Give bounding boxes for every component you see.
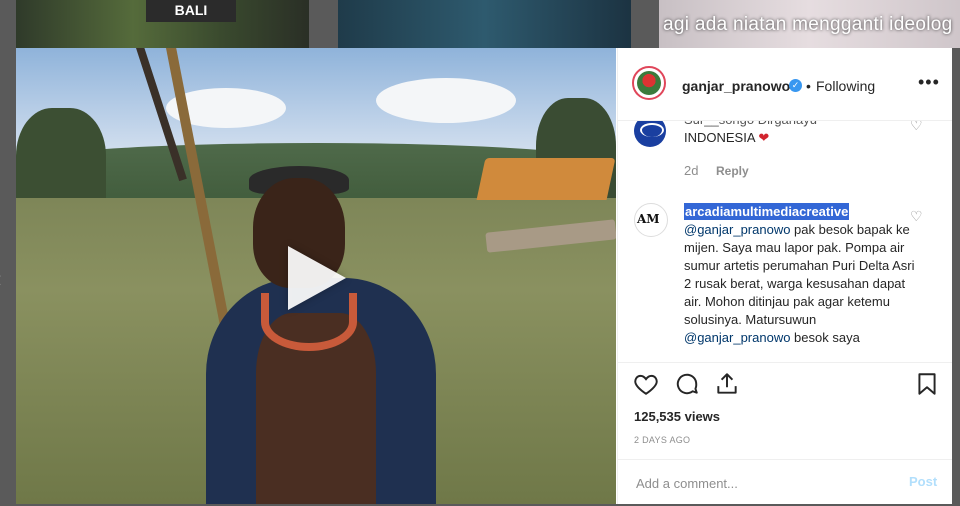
play-icon[interactable] [288, 246, 346, 310]
comments-list[interactable]: Sur__songo Dirgahayu INDONESIA ❤ 2d Repl… [618, 121, 952, 362]
grid-thumbnail-3[interactable]: agi ada niatan mengganti ideolog [659, 0, 960, 48]
post-date[interactable]: 2 DAYS AGO [634, 435, 690, 445]
post-header: ganjar_pranowo ✓ • Following ••• [618, 48, 952, 121]
following-button[interactable]: Following [816, 78, 875, 94]
grid-thumbnail-2[interactable] [338, 0, 631, 48]
comment-timestamp: 2d [684, 163, 699, 178]
post-username[interactable]: ganjar_pranowo [682, 78, 790, 94]
avatar-image [637, 71, 661, 95]
separator-dot: • [806, 78, 811, 94]
mention-link[interactable]: @ganjar_pranowo [684, 330, 790, 345]
comment-avatar[interactable]: AM [634, 203, 668, 237]
comment-icon[interactable] [674, 371, 700, 397]
add-comment-input[interactable] [634, 472, 898, 494]
video-frame-cloud [376, 78, 516, 123]
avatar-logo-icon [640, 123, 664, 137]
red-heart-emoji-icon: ❤ [758, 130, 770, 145]
previous-arrow-icon[interactable]: ‹ [0, 266, 1, 292]
thumbnail-caption: agi ada niatan mengganti ideolog [663, 14, 953, 35]
post-video[interactable] [16, 48, 616, 504]
post-actions: 125,535 views 2 DAYS AGO Post [618, 362, 952, 505]
share-icon[interactable] [714, 371, 740, 397]
comment-text-partial: Sur__songo Dirgahayu [684, 121, 817, 129]
comment-avatar[interactable] [634, 121, 666, 147]
comment-like-heart-icon[interactable]: ♡ [910, 121, 923, 134]
comment-username[interactable]: arcadiamultimediacreative [684, 203, 850, 220]
reply-button[interactable]: Reply [716, 164, 749, 178]
view-count[interactable]: 125,535 views [634, 409, 720, 424]
comment-text-body: INDONESIA [684, 130, 755, 145]
bookmark-icon[interactable] [914, 371, 940, 397]
grid-thumbnail-1[interactable]: BALI [16, 0, 309, 48]
comment-text: INDONESIA ❤ [684, 129, 769, 147]
more-options-icon[interactable]: ••• [918, 72, 940, 93]
comment-text: @ganjar_pranowo pak besok bapak ke mijen… [684, 221, 916, 347]
comment-text-body: besok saya [790, 330, 860, 345]
post-side-panel: ganjar_pranowo ✓ • Following ••• Sur__so… [617, 48, 952, 504]
add-comment-bar: Post [618, 459, 952, 506]
thumbnail-caption: BALI [146, 0, 236, 22]
comment-avatar-label: AM [637, 212, 660, 226]
mention-link[interactable]: @ganjar_pranowo [684, 222, 790, 237]
video-frame-hut [476, 158, 616, 200]
post-modal: ganjar_pranowo ✓ • Following ••• Sur__so… [16, 48, 952, 504]
heart-icon[interactable] [633, 371, 659, 397]
comment-text-body: pak besok bapak ke mijen. Saya mau lapor… [684, 222, 915, 327]
post-comment-button[interactable]: Post [909, 474, 937, 489]
avatar[interactable] [632, 66, 666, 100]
verified-badge-icon: ✓ [789, 79, 802, 92]
